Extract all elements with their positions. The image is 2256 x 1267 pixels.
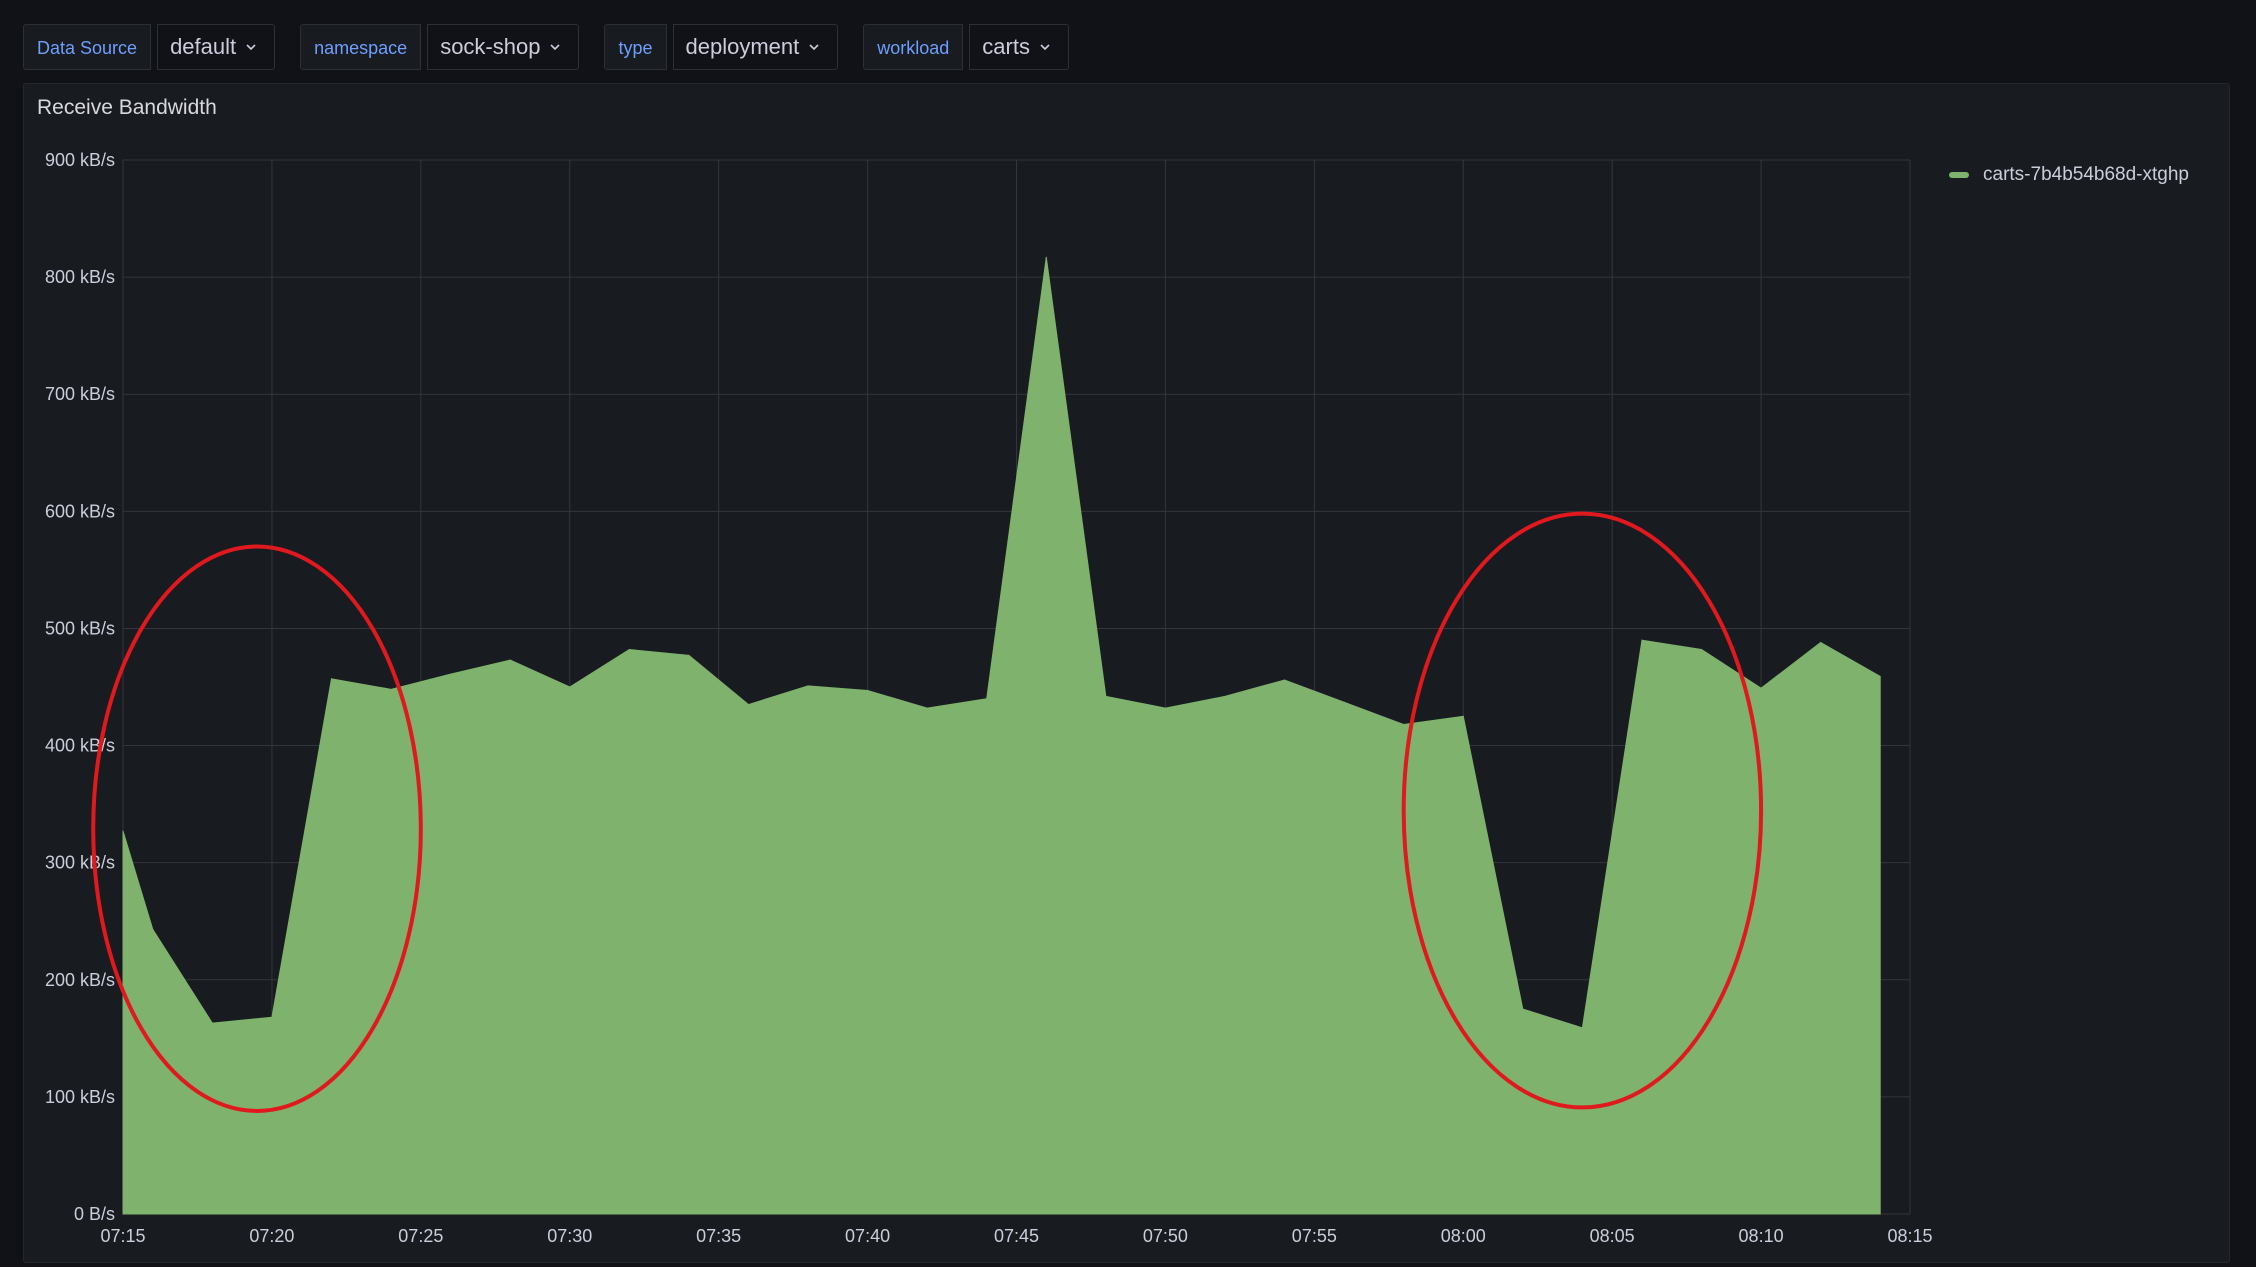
- variable-label-namespace: namespace: [300, 24, 422, 70]
- data-point: [1701, 649, 1703, 651]
- x-tick-label: 08:00: [1441, 1226, 1486, 1246]
- x-tick-label: 08:15: [1887, 1226, 1932, 1246]
- namespace-select[interactable]: sock-shop: [427, 24, 580, 70]
- y-tick-label: 200 kB/s: [45, 970, 115, 990]
- variable-label-workload: workload: [863, 24, 964, 70]
- data-point: [1462, 715, 1464, 717]
- y-tick-label: 900 kB/s: [45, 150, 115, 170]
- y-tick-label: 100 kB/s: [45, 1087, 115, 1107]
- data-point: [1105, 695, 1107, 697]
- datasource-select[interactable]: default: [157, 24, 276, 70]
- x-tick-label: 07:50: [1143, 1226, 1188, 1246]
- data-point: [1641, 639, 1643, 641]
- data-point: [450, 673, 452, 675]
- data-point: [1581, 1027, 1583, 1029]
- y-tick-label: 0 B/s: [74, 1204, 115, 1224]
- data-point: [1403, 723, 1405, 725]
- data-point: [569, 686, 571, 688]
- data-point: [1284, 679, 1286, 681]
- y-tick-label: 800 kB/s: [45, 267, 115, 287]
- data-point: [330, 678, 332, 680]
- x-tick-label: 07:25: [398, 1226, 443, 1246]
- chevron-down-icon: [1040, 44, 1050, 51]
- data-point: [1522, 1008, 1524, 1010]
- data-point: [390, 688, 392, 690]
- data-point: [1343, 701, 1345, 703]
- data-point: [926, 707, 928, 709]
- data-point: [1224, 695, 1226, 697]
- data-point: [628, 649, 630, 651]
- data-point: [867, 690, 869, 692]
- variable-label-type: type: [604, 24, 667, 70]
- variable-type: type deployment: [604, 23, 839, 71]
- datasource-value: default: [170, 34, 237, 59]
- x-tick-label: 08:05: [1590, 1226, 1635, 1246]
- data-point: [211, 1022, 213, 1024]
- variable-datasource: Data Source default: [23, 23, 276, 71]
- receive-bandwidth-panel: Receive Bandwidth 0 B/s 100 kB/s 200 kB/s 3…: [23, 83, 2230, 1263]
- x-tick-label: 07:40: [845, 1226, 890, 1246]
- variables-bar: Data Source default namespace sock-shop …: [23, 23, 1094, 71]
- type-select[interactable]: deployment: [672, 24, 839, 70]
- workload-value: carts: [982, 34, 1030, 59]
- chevron-down-icon: [550, 44, 561, 51]
- x-tick-label: 07:30: [547, 1226, 592, 1246]
- data-point: [152, 928, 154, 930]
- variable-namespace: namespace sock-shop: [300, 23, 580, 71]
- y-tick-label: 600 kB/s: [45, 501, 115, 521]
- y-tick-label: 700 kB/s: [45, 384, 115, 404]
- series-area: [122, 257, 1881, 1215]
- variable-label-datasource: Data Source: [23, 24, 152, 70]
- data-point: [807, 685, 809, 687]
- type-value: deployment: [685, 34, 800, 59]
- data-point: [986, 698, 988, 700]
- chevron-down-icon: [809, 44, 819, 51]
- chevron-down-icon: [246, 44, 256, 51]
- y-tick-label: 400 kB/s: [45, 736, 115, 756]
- x-tick-label: 07:15: [100, 1226, 145, 1246]
- legend: carts-7b4b54b68d-xtghp: [1949, 164, 2189, 186]
- bandwidth-chart[interactable]: 0 B/s 100 kB/s 200 kB/s 300 kB/s 400 kB/s 500…: [24, 84, 2229, 1262]
- x-tick-label: 07:20: [249, 1226, 294, 1246]
- x-tick-label: 08:10: [1739, 1226, 1784, 1246]
- data-point: [1164, 707, 1166, 709]
- data-point: [1760, 687, 1762, 689]
- data-point: [1045, 256, 1047, 258]
- data-point: [688, 654, 690, 656]
- variable-workload: workload carts: [863, 23, 1069, 71]
- y-tick-label: 500 kB/s: [45, 618, 115, 638]
- workload-select[interactable]: carts: [969, 24, 1069, 70]
- data-point: [747, 704, 749, 706]
- data-point: [1820, 641, 1822, 643]
- x-tick-label: 07:45: [994, 1226, 1039, 1246]
- legend-swatch: [1949, 172, 1969, 178]
- namespace-value: sock-shop: [440, 34, 541, 59]
- legend-item-label[interactable]: carts-7b4b54b68d-xtghp: [1983, 164, 2189, 186]
- data-point: [509, 659, 511, 661]
- data-point: [1879, 675, 1881, 677]
- x-tick-label: 07:55: [1292, 1226, 1337, 1246]
- y-tick-label: 300 kB/s: [45, 853, 115, 873]
- data-point: [122, 830, 124, 832]
- data-point: [271, 1016, 273, 1018]
- x-tick-label: 07:35: [696, 1226, 741, 1246]
